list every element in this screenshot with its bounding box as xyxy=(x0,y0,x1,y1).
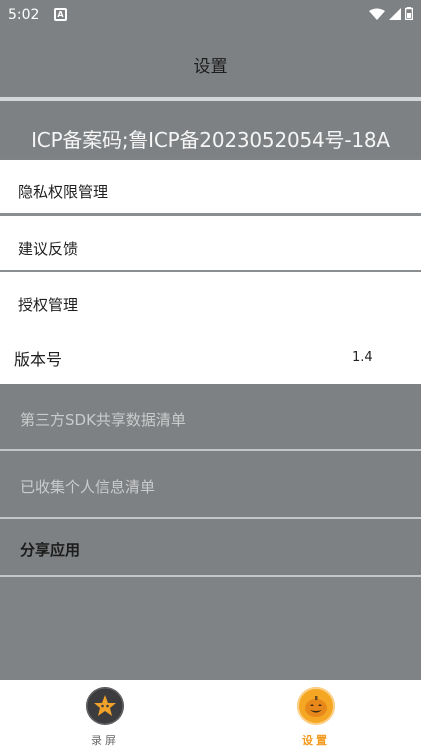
menu-item-personal-info[interactable]: 已收集个人信息清单 xyxy=(0,451,421,517)
menu-item-privacy[interactable]: 隐私权限管理 xyxy=(0,160,421,213)
app-header: 设置 xyxy=(0,32,421,96)
notification-icon: A xyxy=(54,8,67,21)
menu-item-authorization[interactable]: 授权管理 xyxy=(0,272,421,328)
menu-item-share-app-label: 分享应用 xyxy=(20,541,81,559)
status-time: 5:02 xyxy=(8,7,40,23)
menu-item-sdk-list-label: 第三方SDK共享数据清单 xyxy=(20,411,186,429)
version-label: 版本号 xyxy=(14,350,63,369)
menu-item-feedback[interactable]: 建议反馈 xyxy=(0,216,421,270)
menu-item-privacy-label: 隐私权限管理 xyxy=(18,183,109,201)
version-value: 1.4 xyxy=(352,350,373,365)
menu-item-feedback-label: 建议反馈 xyxy=(18,240,79,258)
status-bar: 5:02 A xyxy=(0,0,421,32)
menu-item-authorization-label: 授权管理 xyxy=(18,296,79,314)
menu-item-personal-info-label: 已收集个人信息清单 xyxy=(20,478,156,496)
version-row: 版本号 1.4 xyxy=(0,328,421,384)
bottom-tab-bar: 录屏 设置 xyxy=(0,680,421,750)
battery-icon xyxy=(405,7,413,20)
menu-item-share-app[interactable]: 分享应用 xyxy=(0,519,421,575)
tab-record[interactable]: 录屏 xyxy=(45,680,165,750)
icp-text: ICP备案码;鲁ICP备2023052054号-18A xyxy=(31,128,390,152)
divider xyxy=(0,575,421,577)
status-icons xyxy=(369,7,413,20)
wifi-icon xyxy=(369,8,385,20)
tab-settings[interactable]: 设置 xyxy=(256,680,376,750)
pumpkin-icon xyxy=(297,687,335,725)
star-icon xyxy=(86,687,124,725)
signal-icon xyxy=(389,7,401,20)
tab-settings-label: 设置 xyxy=(302,734,330,747)
tab-record-label: 录屏 xyxy=(91,734,119,747)
page-title: 设置 xyxy=(193,57,228,77)
menu-item-sdk-list[interactable]: 第三方SDK共享数据清单 xyxy=(0,384,421,449)
